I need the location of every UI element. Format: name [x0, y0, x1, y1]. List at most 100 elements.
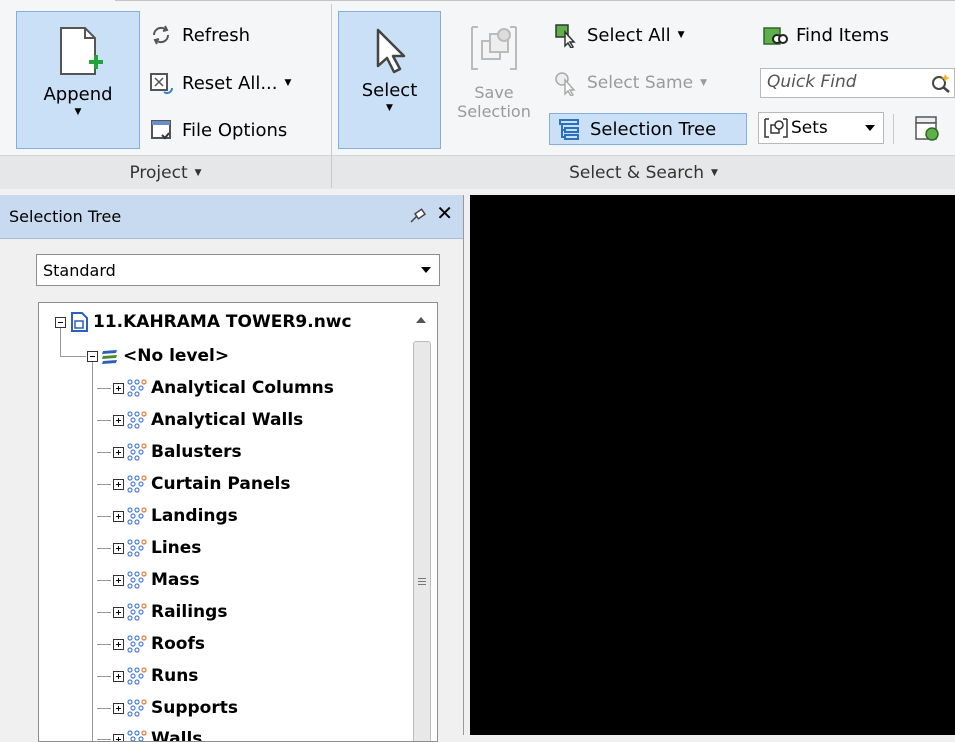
select-button[interactable]: Select ▼	[338, 11, 441, 149]
cat-row[interactable]: Mass	[97, 565, 200, 595]
tree-connector	[97, 516, 111, 517]
reset-all-dropdown-icon: ▼	[284, 78, 291, 88]
cat-row[interactable]: Walls	[97, 724, 202, 742]
cat-row[interactable]: Analytical Columns	[97, 373, 334, 403]
reset-all-icon	[148, 70, 174, 96]
tree-node-label: Railings	[151, 602, 227, 622]
grip-line	[418, 584, 426, 585]
expand-icon[interactable]	[113, 575, 124, 586]
file-options-label: File Options	[182, 120, 287, 141]
chevron-down-icon	[421, 267, 431, 273]
tree-node-label: Landings	[151, 506, 238, 526]
tree-connector	[97, 676, 111, 677]
collapse-icon[interactable]	[87, 351, 98, 362]
expand-icon[interactable]	[113, 543, 124, 554]
tree-connector	[92, 355, 93, 742]
select-cursor-icon	[370, 26, 410, 76]
expand-icon[interactable]	[113, 479, 124, 490]
tree-node-label: Analytical Columns	[151, 378, 334, 398]
tree-node-level[interactable]: <No level>	[87, 341, 229, 371]
tree-connector	[97, 739, 111, 740]
project-panel-expand-icon: ▼	[195, 168, 202, 178]
append-button[interactable]: Append ▼	[16, 11, 140, 149]
cat-row[interactable]: Supports	[97, 693, 238, 723]
expand-icon[interactable]	[113, 607, 124, 618]
cat-row[interactable]: Analytical Walls	[97, 405, 303, 435]
cat-row[interactable]: Railings	[97, 597, 227, 627]
pin-icon[interactable]	[409, 208, 427, 228]
selection-tree[interactable]: 11.KAHRAMA TOWER9.nwc <No level> Analyti…	[38, 302, 438, 742]
tree-mode-value: Standard	[43, 261, 116, 280]
scroll-up-icon[interactable]	[416, 317, 426, 323]
file-options-button[interactable]: File Options	[148, 115, 287, 145]
collapse-icon[interactable]	[55, 317, 66, 328]
select-all-button[interactable]: Select All ▼	[553, 20, 685, 50]
select-all-label: Select All	[587, 25, 671, 46]
sets-dropdown-arrow	[865, 125, 875, 131]
cat-row[interactable]: Lines	[97, 533, 201, 563]
find-items-icon	[762, 22, 788, 48]
quick-find-input[interactable]: Quick Find	[760, 68, 955, 98]
cat-row[interactable]: Curtain Panels	[97, 469, 290, 499]
category-icon	[127, 539, 147, 557]
cat-row[interactable]: Balusters	[97, 437, 242, 467]
tree-node-root[interactable]: 11.KAHRAMA TOWER9.nwc	[55, 307, 352, 337]
save-selection-button[interactable]: Save Selection	[446, 11, 542, 149]
append-label: Append	[43, 84, 112, 105]
append-dropdown-icon: ▼	[75, 107, 82, 117]
cat-row[interactable]: Landings	[97, 501, 238, 531]
expand-icon[interactable]	[113, 671, 124, 682]
project-panel-footer[interactable]: Project ▼	[0, 155, 331, 189]
selection-tree-panel: Selection Tree ✕ Standard 11.KAHRAMA TOW…	[0, 195, 464, 735]
save-selection-icon	[464, 21, 524, 77]
expand-icon[interactable]	[113, 639, 124, 650]
tree-node-label: 11.KAHRAMA TOWER9.nwc	[93, 312, 352, 332]
tree-node-label: Roofs	[151, 634, 205, 654]
select-same-dropdown-icon: ▼	[700, 78, 707, 88]
tree-node-label: Balusters	[151, 442, 242, 462]
refresh-button[interactable]: Refresh	[148, 20, 250, 50]
category-icon	[127, 571, 147, 589]
active-tab-notch	[0, 0, 115, 5]
reset-all-button[interactable]: Reset All... ▼	[148, 68, 291, 98]
expand-icon[interactable]	[113, 383, 124, 394]
tree-node-label: Supports	[151, 698, 238, 718]
3d-viewport[interactable]	[470, 195, 955, 735]
cat-row[interactable]: Runs	[97, 661, 198, 691]
select-search-panel-footer[interactable]: Select & Search ▼	[332, 155, 955, 189]
file-options-icon	[148, 117, 174, 143]
tree-connector	[97, 548, 111, 549]
quick-find-search-icon[interactable]	[930, 72, 952, 99]
tree-connector	[97, 484, 111, 485]
nwc-file-icon	[69, 311, 89, 333]
close-icon[interactable]: ✕	[436, 201, 453, 225]
select-same-label: Select Same	[587, 73, 693, 93]
grip-line	[418, 581, 426, 582]
expand-icon[interactable]	[113, 415, 124, 426]
sets-dropdown[interactable]: Sets	[758, 112, 884, 144]
sets-separator	[893, 114, 894, 144]
select-same-icon	[553, 70, 579, 96]
selection-tree-button[interactable]: Selection Tree	[549, 113, 747, 145]
ribbon-top-border	[0, 0, 955, 5]
expand-icon[interactable]	[113, 447, 124, 458]
select-dropdown-icon: ▼	[386, 103, 393, 113]
find-items-button[interactable]: Find Items	[762, 20, 889, 50]
tree-mode-dropdown[interactable]: Standard	[36, 254, 440, 286]
category-icon	[127, 379, 147, 397]
cat-row[interactable]: Roofs	[97, 629, 205, 659]
tree-connector	[97, 644, 111, 645]
tree-node-label: Walls	[151, 729, 202, 742]
selection-tree-label: Selection Tree	[590, 119, 716, 140]
expand-icon[interactable]	[113, 703, 124, 714]
category-icon	[127, 730, 147, 742]
save-selection-label-1: Save	[474, 83, 513, 102]
expand-icon[interactable]	[113, 511, 124, 522]
scrollbar-thumb[interactable]	[413, 341, 431, 742]
manage-sets-icon[interactable]	[912, 114, 944, 144]
tree-scrollbar[interactable]	[411, 305, 433, 742]
project-panel-title: Project	[129, 163, 187, 183]
select-search-panel-expand-icon: ▼	[711, 168, 718, 178]
select-same-button[interactable]: Select Same ▼	[553, 68, 707, 98]
grip-line	[418, 578, 426, 579]
